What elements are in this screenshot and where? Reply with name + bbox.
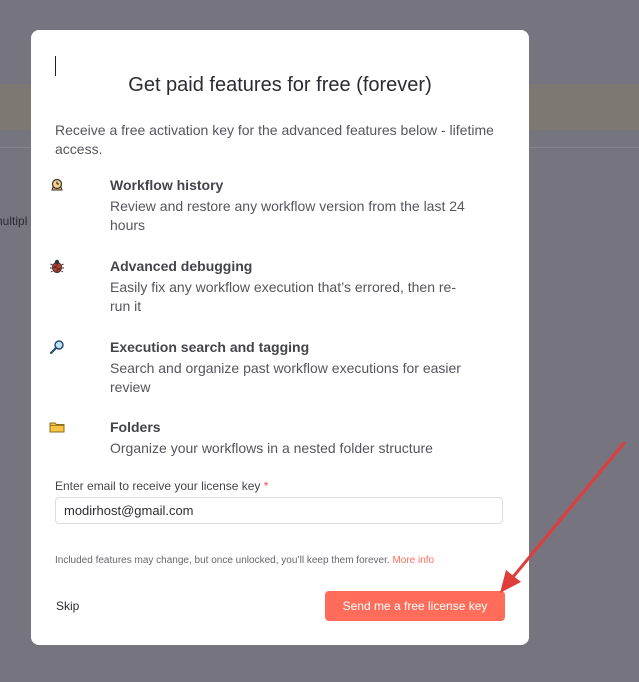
- send-license-key-button[interactable]: Send me a free license key: [325, 591, 505, 621]
- feature-execution-search: Execution search and tagging Search and …: [49, 337, 499, 397]
- feature-title: Execution search and tagging: [110, 339, 310, 355]
- required-mark: *: [263, 479, 269, 493]
- magnifier-icon: [47, 337, 67, 357]
- note-text: Included features may change, but once u…: [55, 555, 390, 566]
- feature-title: Advanced debugging: [110, 258, 253, 274]
- feature-workflow-history: Workflow history Review and restore any …: [51, 175, 499, 235]
- feature-advanced-debugging: Advanced debugging Easily fix any workfl…: [50, 256, 499, 316]
- feature-description: Review and restore any workflow version …: [110, 198, 465, 233]
- feature-description: Organize your workflows in a nested fold…: [110, 440, 433, 456]
- feature-title: Folders: [110, 419, 161, 435]
- email-label-text: Enter email to receive your license key: [55, 479, 261, 493]
- feature-folders: Folders Organize your workflows in a nes…: [49, 417, 499, 458]
- email-label: Enter email to receive your license key …: [55, 479, 268, 493]
- text-cursor: [55, 56, 56, 76]
- modal-title: Get paid features for free (forever): [128, 74, 432, 96]
- feature-title: Workflow history: [110, 177, 224, 193]
- folder-icon: [47, 417, 67, 437]
- features-note: Included features may change, but once u…: [55, 555, 434, 566]
- feature-description: Easily fix any workflow execution that’s…: [110, 279, 457, 314]
- feature-description: Search and organize past workflow execut…: [110, 360, 461, 395]
- more-info-link[interactable]: More info: [392, 555, 434, 566]
- bug-icon: [47, 256, 67, 276]
- email-input[interactable]: [55, 497, 503, 524]
- skip-button[interactable]: Skip: [56, 599, 79, 613]
- background-text: nultipl: [0, 214, 28, 228]
- modal-intro: Receive a free activation key for the ad…: [55, 122, 494, 157]
- license-modal: Get paid features for free (forever) Rec…: [31, 30, 529, 645]
- history-icon: [47, 175, 67, 195]
